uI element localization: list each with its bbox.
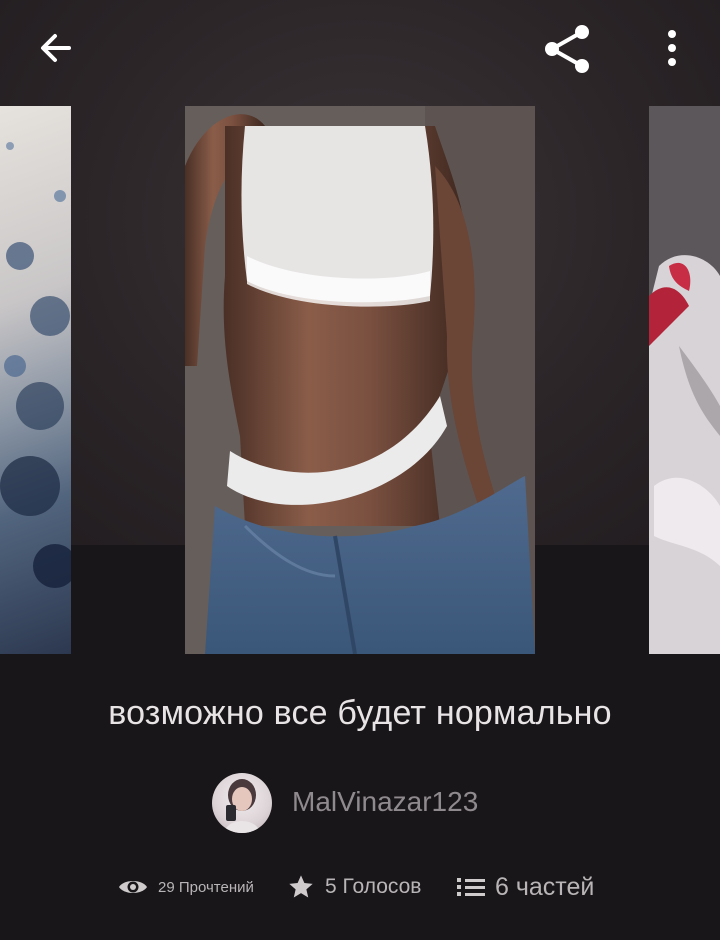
votes-stat: 5 Голосов [287, 862, 421, 912]
top-app-bar [0, 0, 720, 100]
cover-artwork [0, 142, 71, 588]
cover-artwork [649, 106, 720, 654]
cover-photo [185, 106, 535, 654]
next-story-cover[interactable] [649, 106, 720, 654]
story-title: возможно все будет нормально [108, 694, 612, 732]
parts-count: 6 частей [495, 872, 595, 901]
avatar-image [224, 779, 260, 833]
story-stats: 29 Прочтений 5 Голосов 6 частей [0, 862, 720, 912]
author-name[interactable]: MalVinazar123 [292, 786, 478, 818]
vertical-dots-icon [668, 30, 676, 66]
list-icon [457, 878, 485, 896]
reads-count: 29 Прочтений [158, 878, 254, 896]
star-icon [289, 875, 313, 898]
share-icon [545, 25, 589, 73]
votes-count: 5 Голосов [325, 875, 422, 898]
arrow-left-icon [41, 34, 71, 62]
reads-stat: 29 Прочтений [118, 862, 254, 912]
eye-icon [119, 881, 147, 893]
author-info[interactable]: MalVinazar123 [0, 770, 720, 834]
more-options-button[interactable] [650, 20, 694, 76]
story-cover-image[interactable] [185, 106, 535, 654]
back-button[interactable] [28, 20, 84, 76]
author-avatar[interactable] [212, 773, 272, 833]
previous-story-cover[interactable] [0, 106, 71, 654]
parts-stat[interactable]: 6 частей [457, 862, 594, 912]
share-button[interactable] [536, 18, 598, 80]
